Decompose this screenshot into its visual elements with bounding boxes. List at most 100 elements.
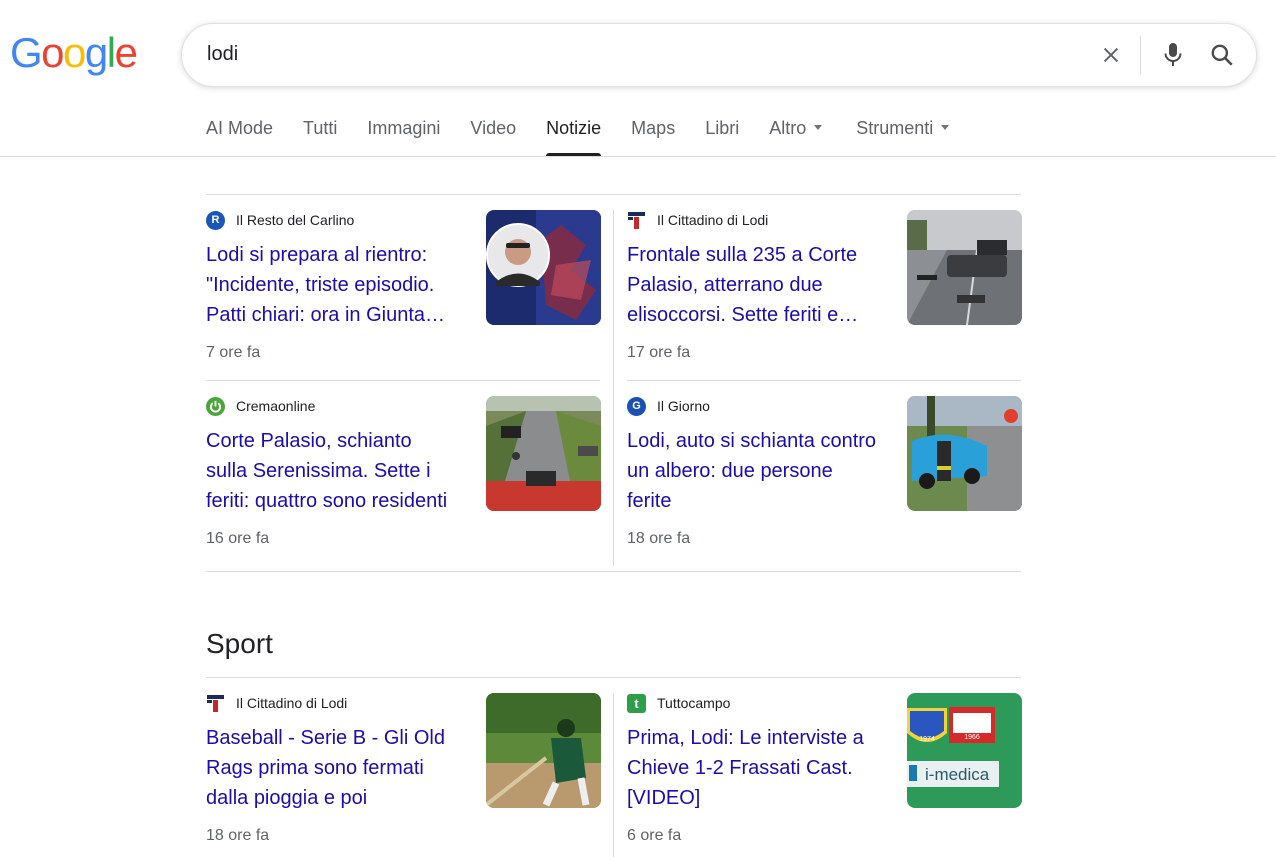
sport-news-card[interactable]: Il Cittadino di Lodi Baseball - Serie B … <box>206 693 601 857</box>
news-time: 17 ore fa <box>627 344 691 361</box>
logo-letter: e <box>114 29 138 76</box>
news-time: 6 ore fa <box>627 827 682 844</box>
news-title-link[interactable]: Frontale sulla 235 a Corte Palasio, atte… <box>627 240 877 330</box>
news-thumbnail[interactable] <box>907 210 1022 325</box>
team-b-badge-text: 1966 <box>964 734 980 741</box>
source-name: Tuttocampo <box>657 695 731 711</box>
news-source: t Tuttocampo <box>627 693 730 713</box>
tab-label: Immagini <box>367 118 441 138</box>
news-thumbnail[interactable] <box>486 210 601 325</box>
tab-immagini[interactable]: Immagini <box>367 118 440 156</box>
tools-button[interactable]: Strumenti <box>856 118 950 156</box>
sport-news-card[interactable]: t Tuttocampo Prima, Lodi: Le interviste … <box>627 693 1022 857</box>
news-thumbnail[interactable]: 1974 1966 i-medica <box>907 693 1022 808</box>
chevron-down-icon <box>941 124 950 130</box>
search-box[interactable]: lodi <box>181 23 1257 87</box>
favicon-letter: G <box>632 400 641 412</box>
favicon-letter: t <box>634 695 639 711</box>
news-title-link[interactable]: Corte Palasio, schianto sulla Serenissim… <box>206 426 456 516</box>
news-thumbnail[interactable] <box>486 396 601 511</box>
news-source: R Il Resto del Carlino <box>206 210 354 230</box>
tab-maps[interactable]: Maps <box>631 118 675 156</box>
source-name: Il Cittadino di Lodi <box>236 695 348 711</box>
tab-label: AI Mode <box>206 118 274 138</box>
chevron-down-icon <box>814 124 823 130</box>
divider <box>206 571 1021 572</box>
highway-crash-photo-image <box>486 396 601 511</box>
news-thumbnail[interactable] <box>907 396 1022 511</box>
sponsor-text: i-medica <box>925 765 990 784</box>
section-heading-sport: Sport <box>206 628 273 659</box>
news-time: 7 ore fa <box>206 344 261 361</box>
tab-tutti[interactable]: Tutti <box>303 118 337 156</box>
divider <box>206 677 1021 678</box>
favicon-letter: R <box>211 214 220 226</box>
cremaonline-favicon <box>206 396 225 416</box>
source-name: Il Giorno <box>657 398 710 414</box>
search-tabs: AI Mode Tutti Immagini Video Notizie Map… <box>206 118 979 158</box>
tab-label: Libri <box>705 118 740 138</box>
tabs-divider <box>0 156 1276 157</box>
logo-letter: o <box>63 29 86 76</box>
news-thumbnail[interactable] <box>486 693 601 808</box>
logo-letter: g <box>84 29 108 76</box>
power-icon <box>209 400 222 412</box>
search-icon <box>1211 44 1233 66</box>
news-time: 18 ore fa <box>206 827 270 844</box>
close-icon <box>1103 47 1119 63</box>
search-button[interactable] <box>1206 39 1238 71</box>
news-title-link[interactable]: Lodi, auto si schianta contro un albero:… <box>627 426 877 516</box>
tab-label: Video <box>470 118 517 138</box>
news-source: Cremaonline <box>206 396 315 416</box>
politician-photo-image <box>486 210 601 325</box>
source-name: Cremaonline <box>236 398 316 414</box>
il-giorno-favicon: G <box>627 396 646 416</box>
tab-label: Altro <box>769 118 807 138</box>
car-tree-crash-photo-image <box>907 396 1022 511</box>
divider <box>613 210 614 566</box>
resto-del-carlino-favicon: R <box>206 210 225 230</box>
news-card[interactable]: G Il Giorno Lodi, auto si schianta contr… <box>627 396 1022 571</box>
news-title-link[interactable]: Lodi si prepara al rientro: "Incidente, … <box>206 240 456 330</box>
tab-label: Notizie <box>546 118 602 138</box>
team-a-badge-text: 1974 <box>919 736 935 743</box>
cittadino-logo-icon <box>628 211 645 229</box>
divider <box>206 194 1021 195</box>
tab-label: Tutti <box>303 118 338 138</box>
team-logos-image: 1974 1966 i-medica <box>907 693 1022 808</box>
news-title-link[interactable]: Baseball - Serie B - Gli Old Rags prima … <box>206 723 456 813</box>
source-name: Il Resto del Carlino <box>236 212 355 228</box>
il-cittadino-favicon <box>206 693 225 713</box>
logo-letter: o <box>41 29 64 76</box>
tab-notizie[interactable]: Notizie <box>546 118 602 156</box>
search-input[interactable]: lodi <box>207 43 238 66</box>
google-logo[interactable]: Google <box>10 29 138 76</box>
tab-label: Maps <box>631 118 676 138</box>
news-source: G Il Giorno <box>627 396 710 416</box>
news-title-link[interactable]: Prima, Lodi: Le interviste a Chieve 1-2 … <box>627 723 877 813</box>
logo-letter: l <box>106 29 116 76</box>
mic-icon <box>1164 43 1182 66</box>
news-time: 18 ore fa <box>627 530 691 547</box>
clear-button[interactable] <box>1096 40 1126 70</box>
logo-letter: G <box>10 29 43 76</box>
tab-video[interactable]: Video <box>470 118 516 156</box>
news-card[interactable]: R Il Resto del Carlino Lodi si prepara a… <box>206 210 601 385</box>
cittadino-logo-icon <box>207 694 224 712</box>
news-card[interactable]: Il Cittadino di Lodi Frontale sulla 235 … <box>627 210 1022 385</box>
search-divider <box>1140 36 1141 74</box>
il-cittadino-favicon <box>627 210 646 230</box>
news-source: Il Cittadino di Lodi <box>627 210 768 230</box>
divider <box>613 693 614 857</box>
tuttocampo-favicon: t <box>627 693 646 713</box>
tab-ai-mode[interactable]: AI Mode <box>206 118 273 156</box>
tab-libri[interactable]: Libri <box>705 118 739 156</box>
tab-label: Strumenti <box>856 118 934 138</box>
source-name: Il Cittadino di Lodi <box>657 212 769 228</box>
tab-altro[interactable]: Altro <box>769 118 823 156</box>
car-crash-photo-image <box>907 210 1022 325</box>
news-card[interactable]: Cremaonline Corte Palasio, schianto sull… <box>206 396 601 571</box>
news-source: Il Cittadino di Lodi <box>206 693 347 713</box>
voice-search-button[interactable] <box>1158 39 1188 71</box>
baseball-player-photo-image <box>486 693 601 808</box>
